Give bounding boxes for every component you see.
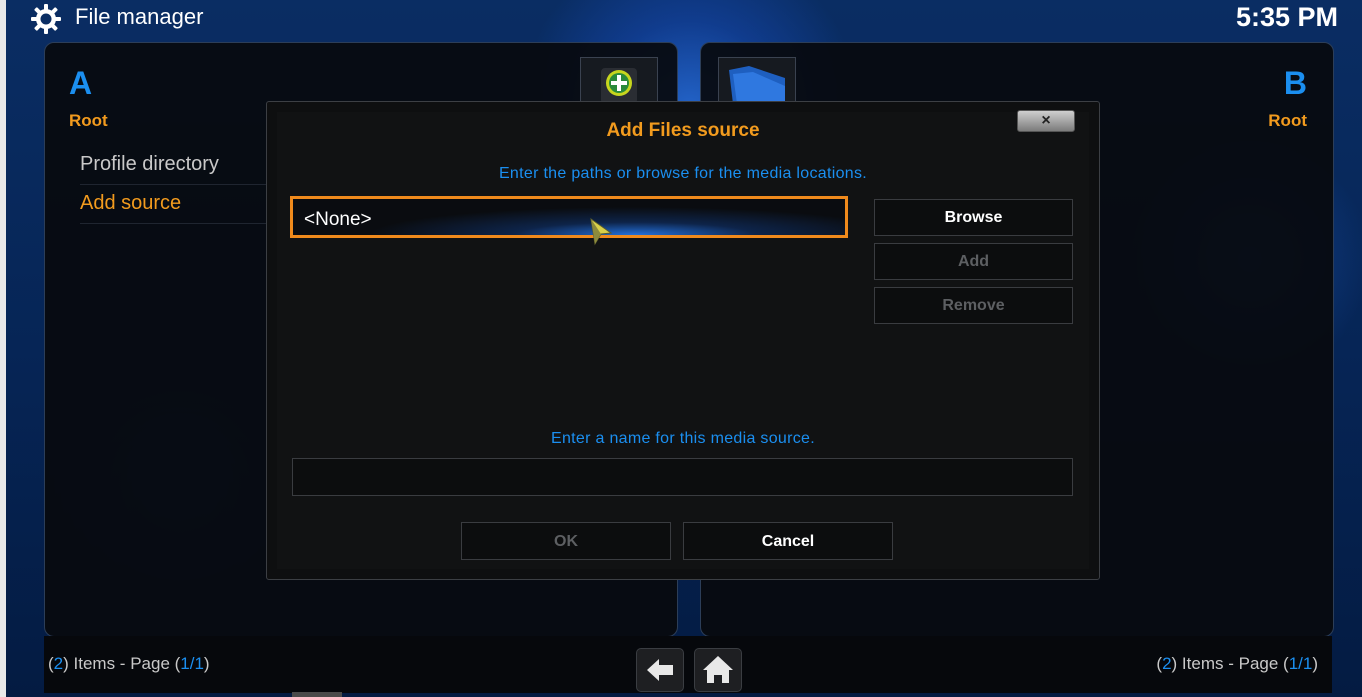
source-name-field[interactable]: [292, 458, 1073, 496]
path-entry-text: <None>: [304, 209, 372, 230]
gear-icon: [31, 4, 61, 34]
dialog-title: Add Files source: [606, 120, 760, 141]
plus-circle-icon: [601, 68, 637, 104]
folder-icon[interactable]: [718, 57, 796, 104]
pane-b-root[interactable]: Root: [1268, 111, 1307, 131]
add-button[interactable]: Add: [874, 243, 1073, 280]
pane-b-letter: B: [1283, 65, 1307, 101]
blue-folder-icon: [729, 66, 785, 104]
items-count-right: (2) Items - Page (1/1): [1156, 654, 1318, 673]
back-arrow-icon: [647, 659, 673, 681]
back-button[interactable]: [636, 648, 684, 692]
items-count-left: (2) Items - Page (1/1): [48, 654, 210, 673]
clock: 5:35 PM: [1235, 2, 1338, 32]
home-icon: [703, 656, 733, 683]
path-list-item[interactable]: <None>: [290, 196, 848, 238]
taskbar-tab: [292, 692, 342, 697]
close-icon: ×: [1041, 112, 1051, 129]
mouse-pointer-icon: [590, 217, 613, 246]
window-edge: [0, 0, 6, 697]
add-source-icon[interactable]: [580, 57, 658, 104]
pane-a-letter: A: [69, 65, 93, 101]
pane-a-root[interactable]: Root: [69, 111, 108, 131]
browse-button[interactable]: Browse: [874, 199, 1073, 236]
paths-hint: Enter the paths or browse for the media …: [498, 165, 868, 182]
home-button[interactable]: [694, 648, 742, 692]
close-button[interactable]: ×: [1017, 110, 1075, 132]
footer-bar: [44, 636, 1332, 693]
cancel-button[interactable]: Cancel: [683, 522, 893, 560]
app-title: File manager: [75, 4, 204, 29]
ok-button[interactable]: OK: [461, 522, 671, 560]
name-hint: Enter a name for this media source.: [551, 430, 815, 447]
add-source-dialog: Add Files source × Enter the paths or br…: [266, 101, 1100, 580]
remove-button[interactable]: Remove: [874, 287, 1073, 324]
